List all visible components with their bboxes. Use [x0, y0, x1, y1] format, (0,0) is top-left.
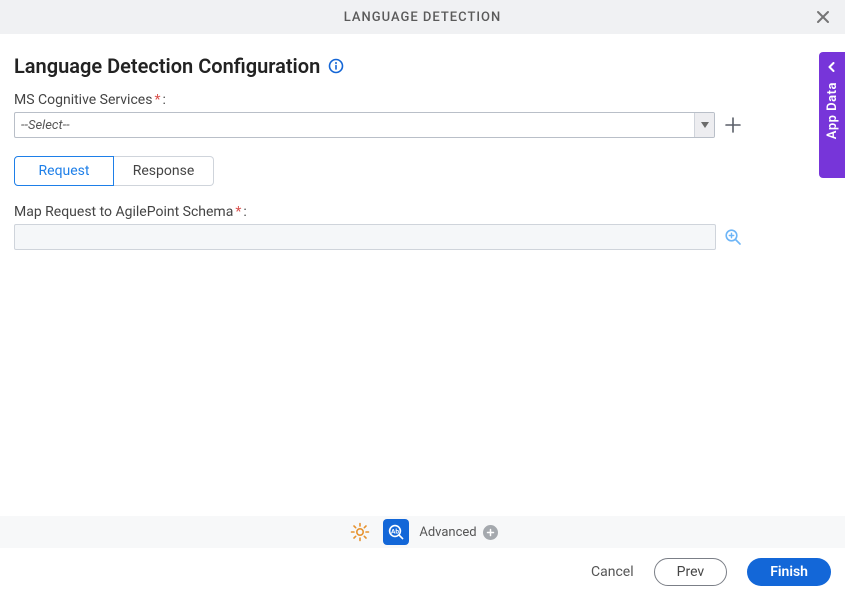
- field-label-schema: Map Request to AgilePoint Schema * :: [14, 204, 831, 220]
- close-icon[interactable]: [815, 9, 831, 25]
- advanced-toggle[interactable]: Advanced: [419, 525, 497, 540]
- variable-lookup-icon[interactable]: Ab: [383, 519, 409, 545]
- svg-text:Ab: Ab: [391, 528, 399, 536]
- tab-request[interactable]: Request: [14, 156, 114, 186]
- page-title-row: Language Detection Configuration: [14, 54, 831, 78]
- cognitive-services-select[interactable]: --Select--: [14, 112, 715, 138]
- side-tab-label: App Data: [825, 82, 840, 139]
- advanced-label: Advanced: [419, 525, 476, 540]
- bottom-bar: Ab Advanced: [0, 516, 845, 548]
- plus-circle-icon: [483, 525, 498, 540]
- required-asterisk: *: [235, 204, 241, 220]
- schema-input[interactable]: [14, 224, 716, 250]
- tab-bar: Request Response: [14, 156, 831, 186]
- dialog-header: LANGUAGE DETECTION: [0, 0, 845, 34]
- prev-button[interactable]: Prev: [654, 558, 728, 586]
- cancel-button[interactable]: Cancel: [591, 564, 634, 580]
- footer: Cancel Prev Finish: [0, 548, 845, 596]
- info-icon[interactable]: [328, 58, 344, 74]
- main-panel: Language Detection Configuration MS Cogn…: [0, 34, 845, 250]
- gear-icon[interactable]: [347, 519, 373, 545]
- schema-row: [14, 224, 831, 250]
- chevron-down-icon[interactable]: [694, 113, 714, 137]
- add-connection-icon[interactable]: [725, 117, 741, 133]
- field-label-cognitive-services: MS Cognitive Services * :: [14, 92, 831, 108]
- page-title: Language Detection Configuration: [14, 54, 320, 78]
- dialog-title: LANGUAGE DETECTION: [0, 10, 845, 25]
- cognitive-services-row: --Select--: [14, 112, 831, 138]
- schema-label-text: Map Request to AgilePoint Schema: [14, 204, 233, 220]
- colon: :: [162, 92, 165, 108]
- select-value: --Select--: [15, 113, 694, 137]
- chevron-left-icon: [827, 60, 837, 76]
- tab-response[interactable]: Response: [114, 156, 214, 186]
- required-asterisk: *: [154, 92, 160, 108]
- schema-lookup-icon[interactable]: [724, 228, 742, 246]
- finish-button[interactable]: Finish: [747, 558, 831, 586]
- colon: :: [243, 204, 246, 220]
- app-data-side-tab[interactable]: App Data: [819, 52, 845, 178]
- cognitive-services-label-text: MS Cognitive Services: [14, 92, 152, 108]
